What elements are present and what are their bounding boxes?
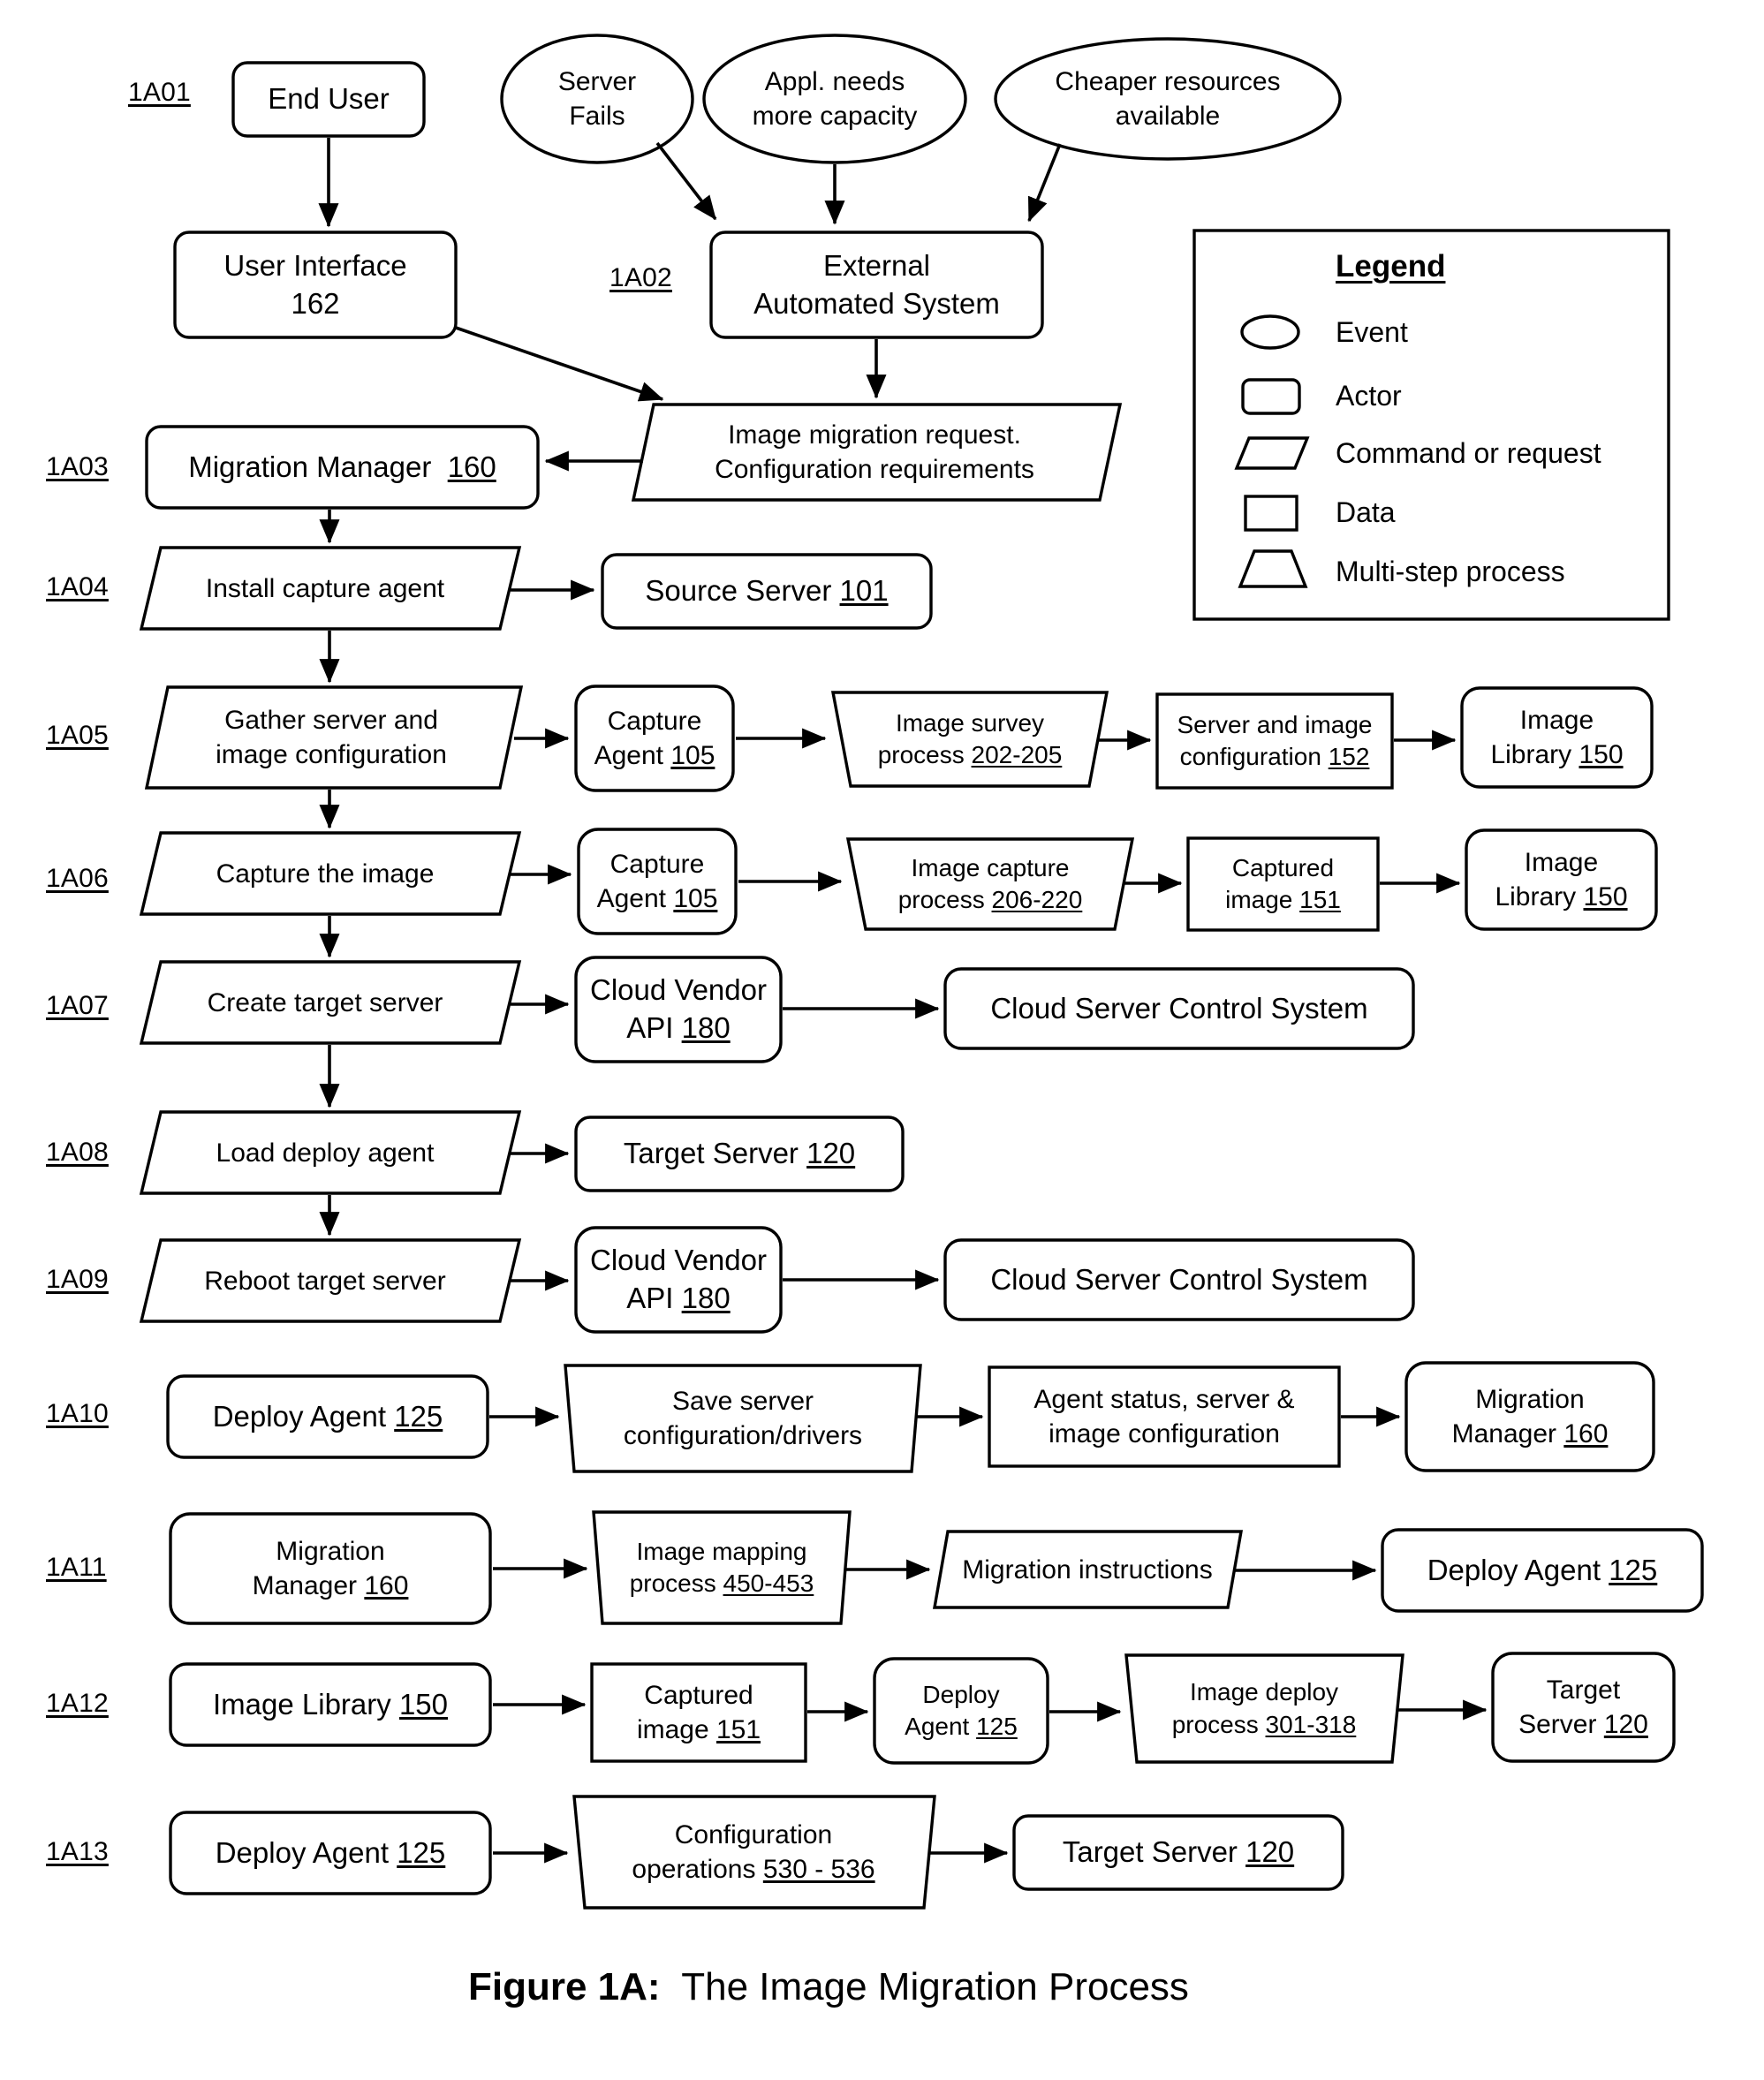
- shape-deploy-agent-125-c: [873, 1657, 1049, 1765]
- step-id-1A09: 1A09: [46, 1265, 109, 1294]
- arrow-cheaper-resources-to-eas: [1027, 143, 1062, 223]
- shape-image-migration-request: [631, 403, 1123, 502]
- step-id-1A07: 1A07: [46, 991, 109, 1020]
- shape-image-capture-process: [845, 837, 1135, 931]
- figure-caption-rest: The Image Migration Process: [660, 1965, 1189, 2008]
- step-id-1A08: 1A08: [46, 1138, 109, 1167]
- shape-target-server-120-a: [574, 1116, 905, 1192]
- shape-configuration-operations: [572, 1795, 936, 1910]
- shape-external-automated-system: [709, 231, 1044, 339]
- shape-capture-agent-105-b: [577, 828, 738, 935]
- shape-gather-server-and-image-configuration: [144, 685, 524, 790]
- shape-target-server-120-c2: [1012, 1814, 1344, 1891]
- shape-capture-agent-105-a: [574, 685, 735, 792]
- shape-save-server-configuration-drivers: [564, 1364, 922, 1473]
- shape-capture-the-image: [139, 831, 522, 916]
- shape-migration-manager-160-b: [169, 1512, 492, 1625]
- shape-cloud-vendor-api-180-a: [574, 956, 783, 1063]
- legend-label-multi-step-process: Multi-step process: [1336, 556, 1565, 587]
- step-id-1A03: 1A03: [46, 452, 109, 481]
- shape-image-library-150-a: [1460, 686, 1654, 789]
- step-id-1A02: 1A02: [609, 263, 672, 292]
- shape-end-user: [231, 61, 426, 138]
- shape-cheaper-resources: [994, 37, 1342, 161]
- legend-icon-data: [1244, 495, 1298, 532]
- shape-image-survey-process: [830, 691, 1109, 788]
- shape-server-and-image-configuration-152: [1155, 692, 1394, 790]
- shape-cloud-server-control-system-a: [943, 967, 1415, 1050]
- step-id-1A06: 1A06: [46, 864, 109, 893]
- shape-deploy-agent-125-d: [169, 1811, 492, 1895]
- step-id-1A12: 1A12: [46, 1689, 109, 1718]
- shape-cloud-server-control-system-b: [943, 1238, 1415, 1321]
- shape-deploy-agent-125-b: [1381, 1528, 1704, 1613]
- shape-image-deploy-process: [1124, 1653, 1404, 1764]
- legend-title: Legend: [1336, 249, 1446, 284]
- shape-server-fails: [500, 34, 694, 164]
- legend-icon-command-or-request: [1234, 436, 1310, 470]
- shape-image-mapping-process: [592, 1510, 852, 1625]
- legend-icon-event: [1240, 314, 1300, 350]
- legend-label-data: Data: [1336, 496, 1396, 528]
- shape-target-server-120-b: [1491, 1652, 1676, 1763]
- shape-image-library-150-c: [169, 1662, 492, 1747]
- step-id-1A10: 1A10: [46, 1399, 109, 1428]
- shape-cloud-vendor-api-180-b: [574, 1226, 783, 1334]
- shape-deploy-agent-125-a: [166, 1374, 489, 1459]
- legend-label-event: Event: [1336, 316, 1408, 348]
- shape-source-server-101: [601, 553, 933, 630]
- step-id-1A01: 1A01: [128, 78, 191, 107]
- arrow-ui-to-request: [455, 326, 664, 402]
- figure-caption: Figure 1A: The Image Migration Process: [468, 1965, 1189, 2009]
- shape-migration-manager-160: [145, 425, 540, 510]
- figure-page: 1A01 1A02 1A03 1A04 1A05 1A06 1A07 1A08 …: [0, 0, 1764, 2080]
- shape-create-target-server: [139, 960, 522, 1045]
- shape-captured-image-151-b: [590, 1662, 807, 1763]
- shape-load-deploy-agent: [139, 1110, 522, 1195]
- legend-icon-actor: [1241, 378, 1301, 415]
- step-id-1A13: 1A13: [46, 1837, 109, 1866]
- arrow-server-fails-to-eas: [655, 141, 717, 221]
- step-id-1A11: 1A11: [46, 1553, 107, 1582]
- shape-migration-instructions: [932, 1530, 1244, 1609]
- step-id-1A05: 1A05: [46, 721, 109, 750]
- legend-label-actor: Actor: [1336, 380, 1402, 412]
- legend-label-command-or-request: Command or request: [1336, 437, 1601, 469]
- step-id-1A04: 1A04: [46, 572, 109, 601]
- figure-caption-bold: Figure 1A:: [468, 1965, 661, 2008]
- shape-reboot-target-server: [139, 1238, 522, 1323]
- shape-appl-needs-more-capacity: [702, 34, 967, 164]
- diagram-vector-layer: [139, 34, 1704, 1910]
- shape-agent-status-server-image-config: [988, 1365, 1341, 1468]
- shape-image-library-150-b: [1465, 828, 1658, 931]
- shape-install-capture-agent: [139, 546, 522, 631]
- shape-migration-manager-160-a: [1404, 1361, 1655, 1472]
- shape-user-interface: [173, 231, 458, 339]
- shape-captured-image-151: [1186, 836, 1380, 932]
